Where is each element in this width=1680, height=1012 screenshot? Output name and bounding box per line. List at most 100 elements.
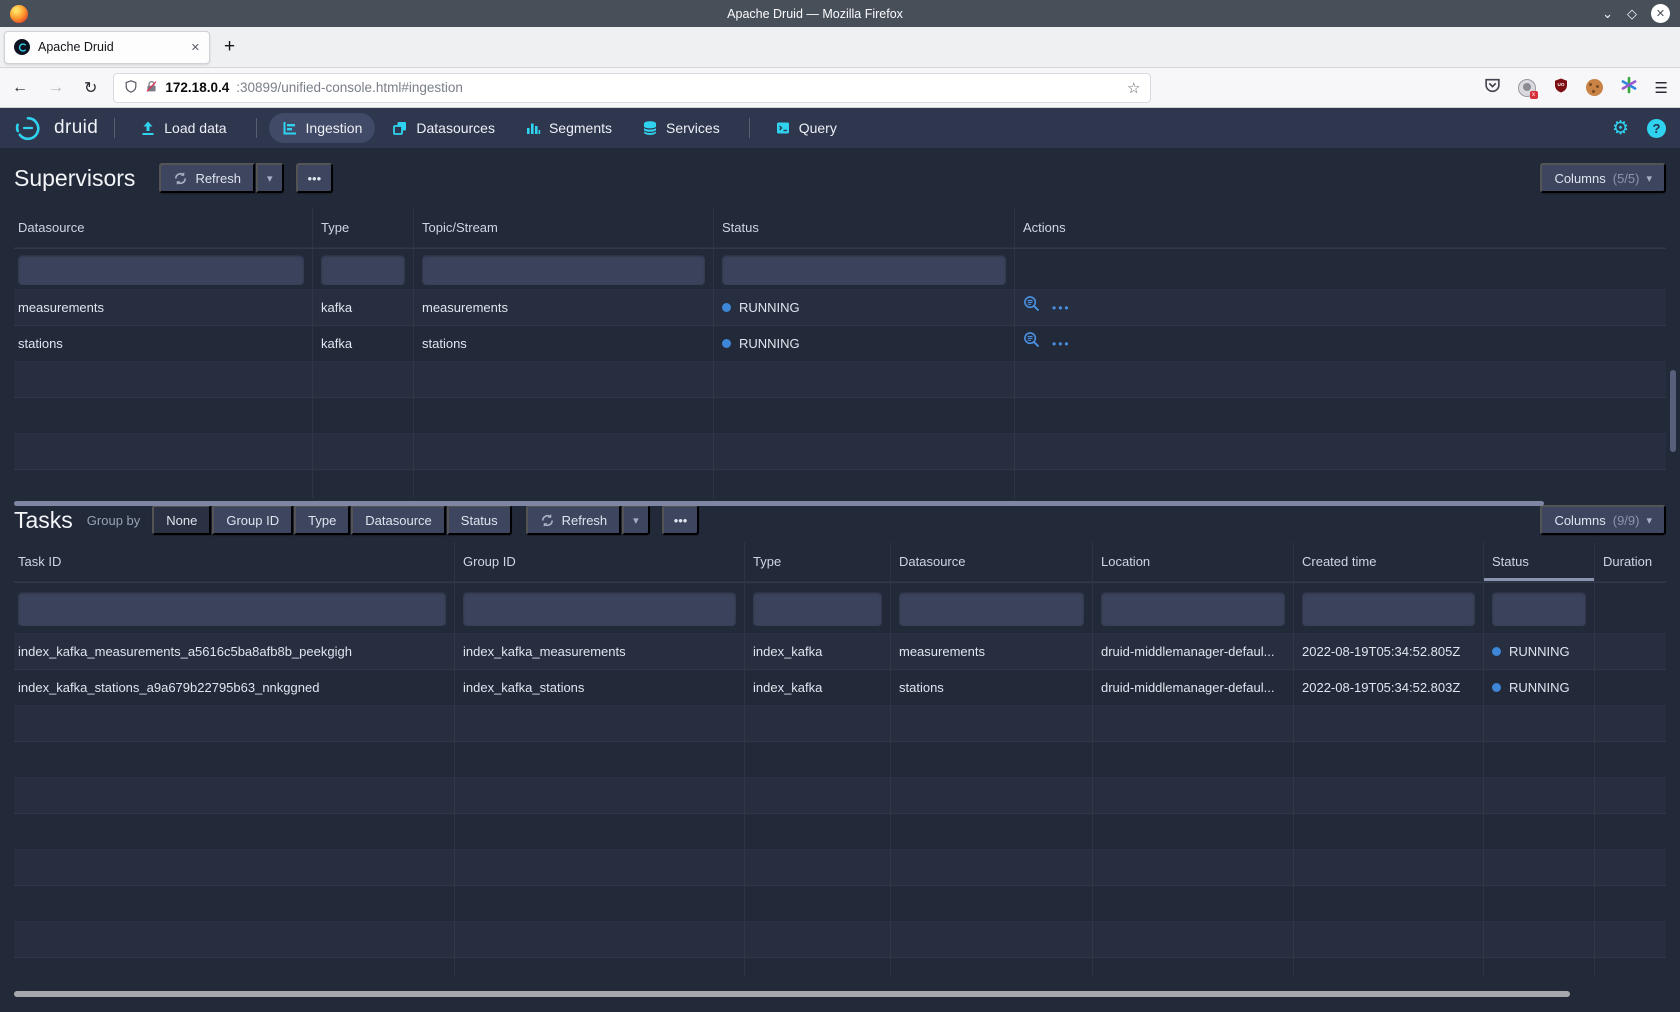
empty-row <box>14 470 1666 498</box>
settings-gear-icon[interactable]: ⚙ <box>1612 119 1629 138</box>
group-by-group-id-button[interactable]: Group ID <box>212 505 293 535</box>
more-icon: ••• <box>674 513 688 528</box>
status-dot-icon <box>1492 683 1501 692</box>
supervisor-row[interactable]: stations kafka stations RUNNING ••• <box>14 326 1666 362</box>
window-close-icon[interactable]: ✕ <box>1651 4 1670 23</box>
tab-close-icon[interactable]: ✕ <box>191 41 200 54</box>
window-maximize-icon[interactable]: ◇ <box>1627 7 1637 20</box>
nav-ingestion[interactable]: Ingestion <box>269 113 376 143</box>
forward-icon[interactable]: → <box>48 79 64 97</box>
column-header-status[interactable]: Status <box>1484 542 1595 581</box>
supervisors-columns-button[interactable]: Columns (5/5) ▾ <box>1540 163 1666 193</box>
tasks-more-button[interactable]: ••• <box>662 505 700 535</box>
empty-row <box>14 850 1666 886</box>
supervisors-vertical-scrollbar[interactable] <box>1670 370 1676 452</box>
column-header-type[interactable]: Type <box>313 208 414 247</box>
back-icon[interactable]: ← <box>12 79 28 97</box>
url-bar[interactable]: 172.18.0.4:30899/unified-console.html#in… <box>113 73 1151 103</box>
column-header-actions[interactable]: Actions <box>1015 208 1666 247</box>
nav-load-data[interactable]: Load data <box>127 113 239 143</box>
group-by-type-button[interactable]: Type <box>294 505 350 535</box>
filter-task-id-input[interactable] <box>18 592 446 626</box>
inspect-magnifier-icon[interactable] <box>1023 326 1040 361</box>
column-header-location[interactable]: Location <box>1093 542 1294 581</box>
tab-title: Apache Druid <box>38 40 183 54</box>
window-minimize-icon[interactable]: ⌄ <box>1602 7 1613 20</box>
row-more-icon[interactable]: ••• <box>1052 326 1071 361</box>
tasks-horizontal-scrollbar[interactable] <box>14 991 1570 997</box>
filter-datasource-input[interactable] <box>18 255 304 285</box>
column-header-datasource[interactable]: Datasource <box>14 208 313 247</box>
url-host: 172.18.0.4 <box>165 80 229 95</box>
supervisors-refresh-dropdown-button[interactable]: ▾ <box>256 163 284 193</box>
supervisors-horizontal-scrollbar[interactable] <box>14 501 1544 506</box>
nav-segments[interactable]: Segments <box>512 113 625 143</box>
tasks-refresh-button[interactable]: Refresh <box>526 505 622 535</box>
tasks-refresh-dropdown-button[interactable]: ▾ <box>622 505 650 535</box>
filter-status-input[interactable] <box>722 255 1006 285</box>
group-by-none-button[interactable]: None <box>152 505 211 535</box>
cell-task-id: index_kafka_stations_a9a679b22795b63_nnk… <box>14 670 455 705</box>
supervisors-more-button[interactable]: ••• <box>296 163 334 193</box>
nav-query[interactable]: Query <box>762 113 850 143</box>
application-window: Apache Druid — Mozilla Firefox ⌄ ◇ ✕ Apa… <box>0 0 1680 1012</box>
task-row[interactable]: index_kafka_measurements_a5616c5ba8afb8b… <box>14 634 1666 670</box>
filter-topic-stream-input[interactable] <box>422 255 705 285</box>
browser-tab[interactable]: Apache Druid ✕ <box>4 31 210 64</box>
empty-row <box>14 922 1666 958</box>
tasks-columns-button[interactable]: Columns (9/9) ▾ <box>1540 505 1666 535</box>
nav-datasources[interactable]: Datasources <box>379 113 508 143</box>
pocket-icon[interactable] <box>1484 77 1501 99</box>
container-asterisk-icon[interactable] <box>1620 76 1638 99</box>
supervisors-title: Supervisors <box>14 165 135 192</box>
bookmark-star-icon[interactable]: ☆ <box>1127 79 1140 97</box>
insecure-lock-icon[interactable] <box>145 79 158 97</box>
inspect-magnifier-icon[interactable] <box>1023 290 1040 325</box>
row-more-icon[interactable]: ••• <box>1052 290 1071 325</box>
more-icon: ••• <box>308 171 322 186</box>
extension-icon[interactable]: x <box>1518 79 1536 97</box>
group-by-status-button[interactable]: Status <box>447 505 512 535</box>
nav-services[interactable]: Services <box>629 113 733 143</box>
help-icon[interactable]: ? <box>1647 119 1666 138</box>
task-row[interactable]: index_kafka_stations_a9a679b22795b63_nnk… <box>14 670 1666 706</box>
supervisor-row[interactable]: measurements kafka measurements RUNNING … <box>14 290 1666 326</box>
status-dot-icon <box>722 303 731 312</box>
column-header-created-time[interactable]: Created time <box>1294 542 1484 581</box>
column-header-type[interactable]: Type <box>745 542 891 581</box>
ublock-icon[interactable]: UO <box>1553 77 1569 99</box>
supervisors-section: Supervisors Refresh ▾ ••• Columns (5/5) … <box>0 148 1680 498</box>
filter-datasource-input[interactable] <box>899 592 1084 626</box>
column-header-group-id[interactable]: Group ID <box>455 542 745 581</box>
group-by-datasource-button[interactable]: Datasource <box>351 505 445 535</box>
browser-toolbar: ← → ↻ 172.18.0.4:30899/unified-console.h… <box>0 68 1680 108</box>
filter-group-id-input[interactable] <box>463 592 736 626</box>
status-dot-icon <box>1492 647 1501 656</box>
menu-hamburger-icon[interactable]: ☰ <box>1655 79 1668 97</box>
filter-location-input[interactable] <box>1101 592 1285 626</box>
supervisors-table: Datasource Type Topic/Stream Status Acti… <box>14 208 1666 498</box>
column-header-task-id[interactable]: Task ID <box>14 542 455 581</box>
filter-created-time-input[interactable] <box>1302 592 1475 626</box>
svg-text:UO: UO <box>1557 82 1564 87</box>
tasks-header-row: Task ID Group ID Type Datasource Locatio… <box>14 542 1666 582</box>
new-tab-button[interactable]: + <box>224 36 235 58</box>
reload-icon[interactable]: ↻ <box>84 78 97 98</box>
group-by-label: Group by <box>87 513 140 528</box>
cookie-icon[interactable] <box>1586 79 1603 96</box>
supervisors-refresh-button[interactable]: Refresh <box>159 163 255 193</box>
column-header-datasource[interactable]: Datasource <box>891 542 1093 581</box>
empty-row <box>14 814 1666 850</box>
segments-icon <box>525 120 541 136</box>
column-header-status[interactable]: Status <box>714 208 1015 247</box>
filter-type-input[interactable] <box>753 592 882 626</box>
supervisors-empty-rows <box>14 362 1666 498</box>
column-header-duration[interactable]: Duration <box>1595 542 1666 581</box>
filter-type-input[interactable] <box>321 255 405 285</box>
column-header-topic-stream[interactable]: Topic/Stream <box>414 208 714 247</box>
tracking-shield-icon[interactable] <box>124 79 138 97</box>
filter-status-input[interactable] <box>1492 592 1586 626</box>
druid-logo[interactable]: druid <box>14 115 98 141</box>
cell-created-time: 2022-08-19T05:34:52.805Z <box>1294 634 1484 669</box>
refresh-icon <box>540 513 555 528</box>
